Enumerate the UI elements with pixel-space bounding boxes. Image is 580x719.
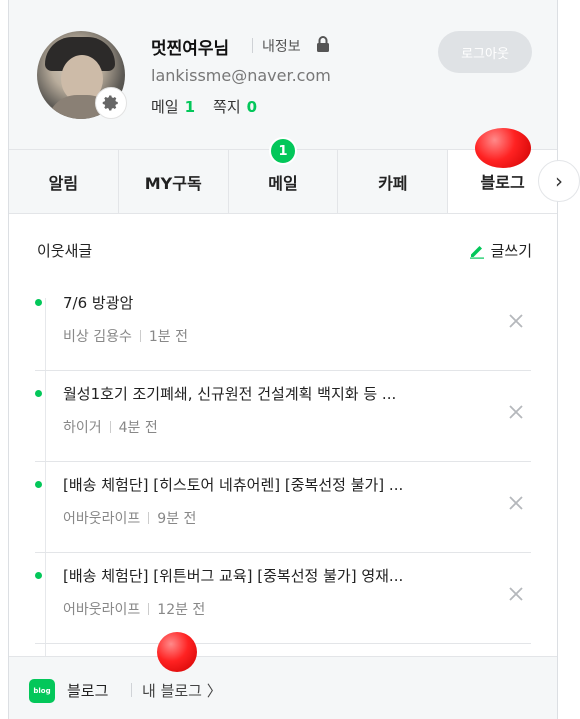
- post-meta: 하이거 4분 전: [63, 417, 158, 437]
- logout-button[interactable]: 로그아웃: [438, 31, 532, 73]
- my-blog-link[interactable]: 내 블로그 〉: [142, 680, 222, 701]
- note-label[interactable]: 쪽지: [213, 98, 241, 116]
- gear-icon[interactable]: [95, 87, 127, 119]
- tab-cafe[interactable]: 카페: [338, 150, 449, 213]
- post-title[interactable]: [배송 체험단] [히스토어 네츄어렌] [중복선정 불가] ...: [63, 474, 463, 495]
- close-icon[interactable]: [509, 314, 523, 328]
- timeline-dot: [35, 299, 42, 306]
- footer-bar: blog 블로그 내 블로그 〉: [9, 656, 557, 719]
- mail-badge: 1: [268, 137, 297, 165]
- blog-link[interactable]: 블로그: [67, 680, 108, 701]
- lock-icon: [317, 36, 329, 52]
- profile-header: 멋찐여우님 내정보 lankissme@naver.com 메일 1 쪽지 0 로그아…: [9, 0, 557, 150]
- post-meta: 비상 김용수 1분 전: [63, 326, 188, 346]
- post-author[interactable]: 하이거: [63, 420, 102, 436]
- post-title[interactable]: [배송 체험단] [위튼버그 교육] [중복선정 불가] 영재...: [63, 565, 463, 586]
- post-author[interactable]: 비상 김용수: [63, 329, 132, 345]
- write-label: 글쓰기: [490, 242, 532, 260]
- pencil-icon: [469, 245, 484, 259]
- red-marker: [475, 128, 531, 168]
- feed-title: 이웃새글: [37, 242, 93, 260]
- message-stats: 메일 1 쪽지 0: [151, 96, 257, 117]
- close-icon[interactable]: [509, 587, 523, 601]
- timeline-dot: [35, 572, 42, 579]
- divider: [252, 38, 253, 53]
- post-meta: 어바웃라이프 9분 전: [63, 508, 196, 528]
- write-button[interactable]: 글쓰기: [469, 240, 532, 261]
- account-panel: 멋찐여우님 내정보 lankissme@naver.com 메일 1 쪽지 0 로그아…: [8, 0, 558, 719]
- mail-label[interactable]: 메일: [151, 98, 179, 116]
- divider: [131, 683, 132, 697]
- post-author[interactable]: 어바웃라이프: [63, 511, 140, 527]
- timeline-dot: [35, 481, 42, 488]
- email-address: lankissme@naver.com: [151, 66, 331, 85]
- red-marker: [157, 632, 197, 672]
- mail-count[interactable]: 1: [185, 98, 195, 116]
- post-meta: 어바웃라이프 12분 전: [63, 599, 205, 619]
- post-title[interactable]: 월성1호기 조기폐쇄, 신규원전 건설계획 백지화 등 ...: [63, 383, 463, 404]
- post-time: 1분 전: [148, 329, 188, 345]
- post-title[interactable]: 7/6 방광암: [63, 292, 463, 313]
- tab-my-subscriptions[interactable]: MY구독: [119, 150, 229, 213]
- post-author[interactable]: 어바웃라이프: [63, 602, 140, 618]
- timeline-dot: [35, 390, 42, 397]
- tab-mail[interactable]: 1 메일: [229, 137, 339, 213]
- nickname[interactable]: 멋찐여우님: [151, 34, 229, 59]
- my-info-link[interactable]: 내정보: [262, 36, 301, 56]
- service-tabs: 알림 MY구독 1 메일 카페 블로그: [9, 137, 557, 214]
- feed-list: 7/6 방광암 비상 김용수 1분 전 월성1호기 조기폐쇄, 신규원전 건설계획…: [35, 280, 531, 644]
- feed-header: 이웃새글 글쓰기: [37, 240, 532, 262]
- tab-alerts[interactable]: 알림: [9, 150, 119, 213]
- close-icon[interactable]: [509, 496, 523, 510]
- list-item[interactable]: 7/6 방광암 비상 김용수 1분 전: [35, 280, 531, 371]
- post-time: 12분 전: [157, 602, 206, 618]
- chevron-right-icon[interactable]: ›: [538, 160, 580, 202]
- list-item[interactable]: 월성1호기 조기폐쇄, 신규원전 건설계획 백지화 등 ... 하이거 4분 전: [35, 371, 531, 462]
- blog-logo-icon[interactable]: blog: [29, 679, 55, 703]
- list-item[interactable]: [배송 체험단] [위튼버그 교육] [중복선정 불가] 영재... 어바웃라이…: [35, 553, 531, 644]
- list-item[interactable]: [배송 체험단] [히스토어 네츄어렌] [중복선정 불가] ... 어바웃라이…: [35, 462, 531, 553]
- post-time: 9분 전: [157, 511, 197, 527]
- close-icon[interactable]: [509, 405, 523, 419]
- post-time: 4분 전: [118, 420, 158, 436]
- note-count[interactable]: 0: [247, 98, 257, 116]
